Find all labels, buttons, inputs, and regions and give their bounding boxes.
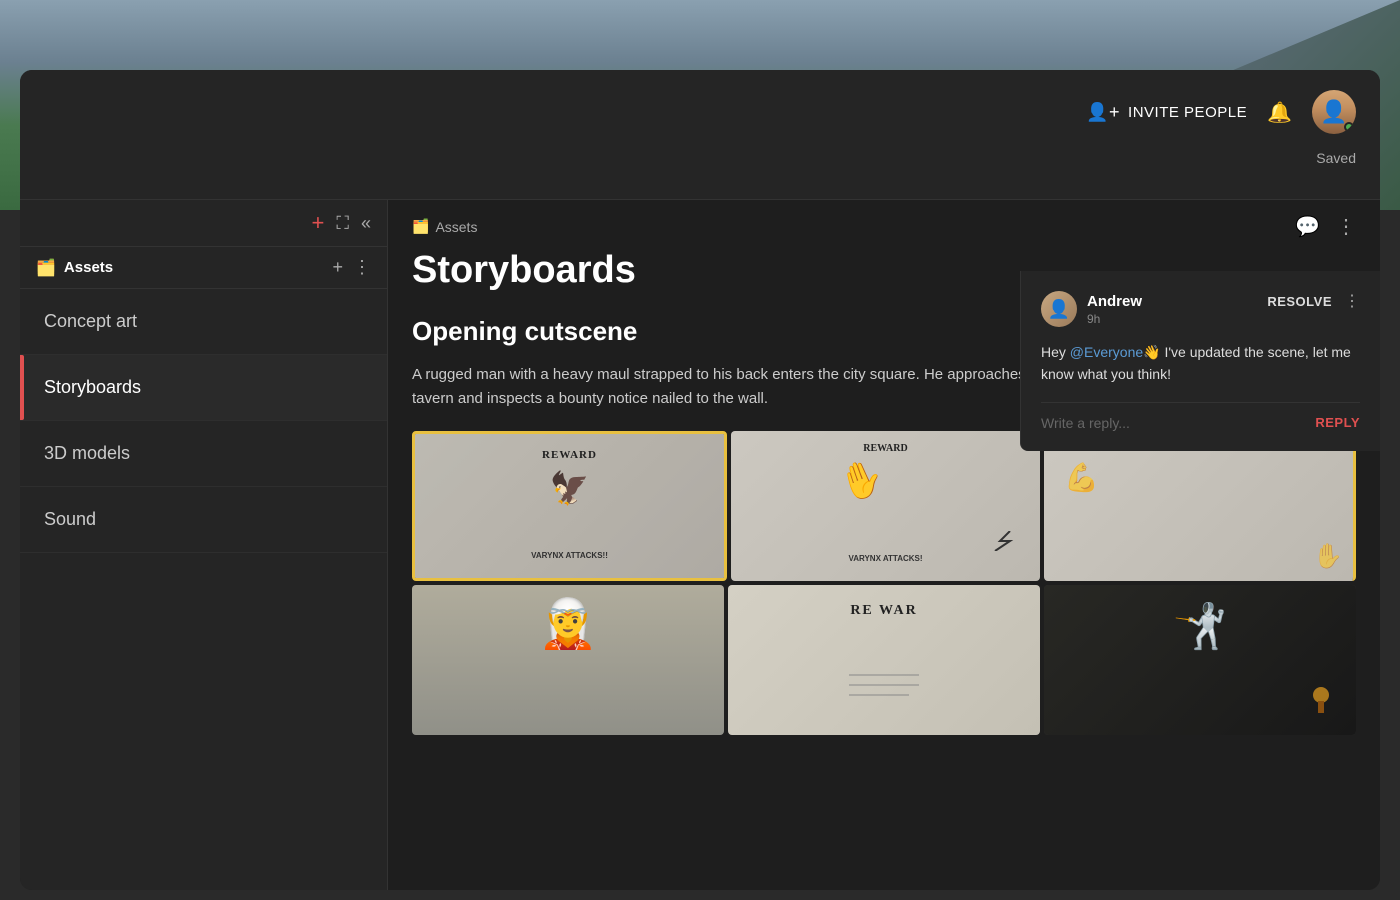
comment-mention-emoji: 👋 [1143, 344, 1160, 360]
image-row-1: REWARD 🦅 VARYNX ATTACKS!! REWARD [412, 431, 1356, 581]
hand-sketch: ✋ [833, 453, 889, 508]
paper-lines [844, 665, 924, 725]
torch-sketch [1306, 685, 1336, 715]
sketch-3: 💪 ✋ [1044, 431, 1353, 581]
app-container: 👤+ INVITE PEOPLE 🔔 👤 Saved + ⛶ « 🗂️ Ass [20, 70, 1380, 890]
bell-icon[interactable]: 🔔 [1267, 100, 1292, 125]
sidebar-item-label: Concept art [44, 311, 137, 331]
reply-button[interactable]: REPLY [1315, 415, 1360, 430]
assets-more-button[interactable]: ⋮ [353, 257, 371, 278]
sidebar-item-concept-art[interactable]: Concept art [20, 289, 387, 355]
comment-time: 9h [1087, 312, 1142, 326]
body: + ⛶ « 🗂️ Assets + ⋮ Concept art Storyboa… [20, 200, 1380, 890]
comment-reply-area: Write a reply... REPLY [1041, 402, 1360, 431]
comment-button[interactable]: 💬 [1295, 214, 1320, 239]
storyboard-image-1[interactable]: REWARD 🦅 VARYNX ATTACKS!! [412, 431, 727, 581]
sidebar-item-storyboards[interactable]: Storyboards [20, 355, 387, 421]
arm-sketch: 💪 [1064, 461, 1099, 494]
sidebar-item-sound[interactable]: Sound [20, 487, 387, 553]
saved-text: Saved [1316, 150, 1356, 166]
comment-user-info: Andrew 9h [1087, 293, 1142, 326]
sketch-6: 🤺 [1044, 585, 1356, 735]
avatar[interactable]: 👤 [1312, 90, 1356, 134]
armor-sketch: 🤺 [1173, 600, 1228, 652]
comment-panel: 👤 Andrew 9h RESOLVE ⋮ [1020, 271, 1380, 451]
breadcrumb: 🗂️ Assets [412, 218, 477, 235]
collapse-button[interactable]: « [361, 214, 371, 232]
add-button[interactable]: + [312, 212, 325, 234]
assets-label: 🗂️ Assets [36, 258, 113, 278]
content-actions: 💬 ⋮ [1295, 214, 1356, 239]
sidebar-item-label: Storyboards [44, 377, 141, 397]
assets-actions: + ⋮ [332, 257, 371, 278]
storyboard-image-2[interactable]: REWARD ✋ VARYNX ATTACKS! [731, 431, 1040, 581]
invite-icon: 👤+ [1086, 102, 1120, 123]
storyboard-image-6[interactable]: 🤺 [1044, 585, 1356, 735]
content-body: Storyboards Opening cutscene A rugged ma… [388, 239, 1380, 890]
comment-username: Andrew [1087, 293, 1142, 310]
reward-text-3: RE WAR [850, 603, 917, 619]
sketch-4: 🧝 [412, 585, 724, 735]
comment-mention: @Everyone [1070, 344, 1143, 360]
sidebar-item-label: Sound [44, 509, 96, 529]
invite-button[interactable]: 👤+ INVITE PEOPLE [1086, 102, 1247, 123]
sketch-overlay [415, 434, 724, 578]
assets-section: 🗂️ Assets + ⋮ [20, 247, 387, 289]
assets-title: Assets [64, 259, 113, 276]
sketch-label-2: VARYNX ATTACKS! [848, 554, 922, 563]
comment-header: 👤 Andrew 9h RESOLVE ⋮ [1041, 291, 1360, 327]
assets-emoji: 🗂️ [36, 258, 56, 278]
figure-sketch: 🧝 [538, 595, 598, 652]
image-section: REWARD 🦅 VARYNX ATTACKS!! REWARD [412, 431, 1356, 735]
invite-label: INVITE PEOPLE [1128, 104, 1247, 121]
avatar-online-indicator [1344, 122, 1354, 132]
sidebar-item-label: 3D models [44, 443, 130, 463]
comment-body-before: Hey [1041, 344, 1070, 360]
reward-text-2: REWARD [863, 443, 907, 454]
comment-more-button[interactable]: ⋮ [1344, 291, 1360, 311]
lightning-sketch [990, 531, 1030, 551]
reply-placeholder: Write a reply... [1041, 415, 1130, 431]
breadcrumb-icon: 🗂️ [412, 218, 429, 235]
storyboard-image-5[interactable]: RE WAR [728, 585, 1040, 735]
comment-user: 👤 Andrew 9h [1041, 291, 1142, 327]
hand2-sketch: ✋ [1313, 542, 1343, 571]
section-description: A rugged man with a heavy maul strapped … [412, 363, 1092, 411]
content-header: 🗂️ Assets 💬 ⋮ [388, 200, 1380, 239]
more-options-button[interactable]: ⋮ [1336, 214, 1356, 239]
main-content: 🗂️ Assets 💬 ⋮ Storyboards Opening cutsce… [388, 200, 1380, 890]
sketch-1: REWARD 🦅 VARYNX ATTACKS!! [415, 434, 724, 578]
storyboard-image-4[interactable]: 🧝 [412, 585, 724, 735]
resolve-button[interactable]: RESOLVE [1267, 294, 1332, 309]
storyboard-image-3[interactable]: 💪 ✋ [1044, 431, 1356, 581]
comment-header-right: RESOLVE ⋮ [1267, 291, 1360, 311]
sidebar-item-3d-models[interactable]: 3D models [20, 421, 387, 487]
breadcrumb-label: Assets [435, 219, 477, 235]
header: 👤+ INVITE PEOPLE 🔔 👤 Saved [20, 70, 1380, 200]
sidebar: + ⛶ « 🗂️ Assets + ⋮ Concept art Storyboa… [20, 200, 388, 890]
expand-button[interactable]: ⛶ [336, 214, 349, 232]
sketch-5: RE WAR [728, 585, 1040, 735]
comment-body: Hey @Everyone👋 I've updated the scene, l… [1041, 341, 1360, 386]
image-row-2: 🧝 RE WAR [412, 585, 1356, 735]
sketch-2: REWARD ✋ VARYNX ATTACKS! [731, 431, 1040, 581]
assets-add-button[interactable]: + [332, 257, 343, 278]
header-actions: 👤+ INVITE PEOPLE 🔔 👤 [1086, 90, 1356, 134]
comment-avatar: 👤 [1041, 291, 1077, 327]
sidebar-toolbar: + ⛶ « [20, 200, 387, 247]
